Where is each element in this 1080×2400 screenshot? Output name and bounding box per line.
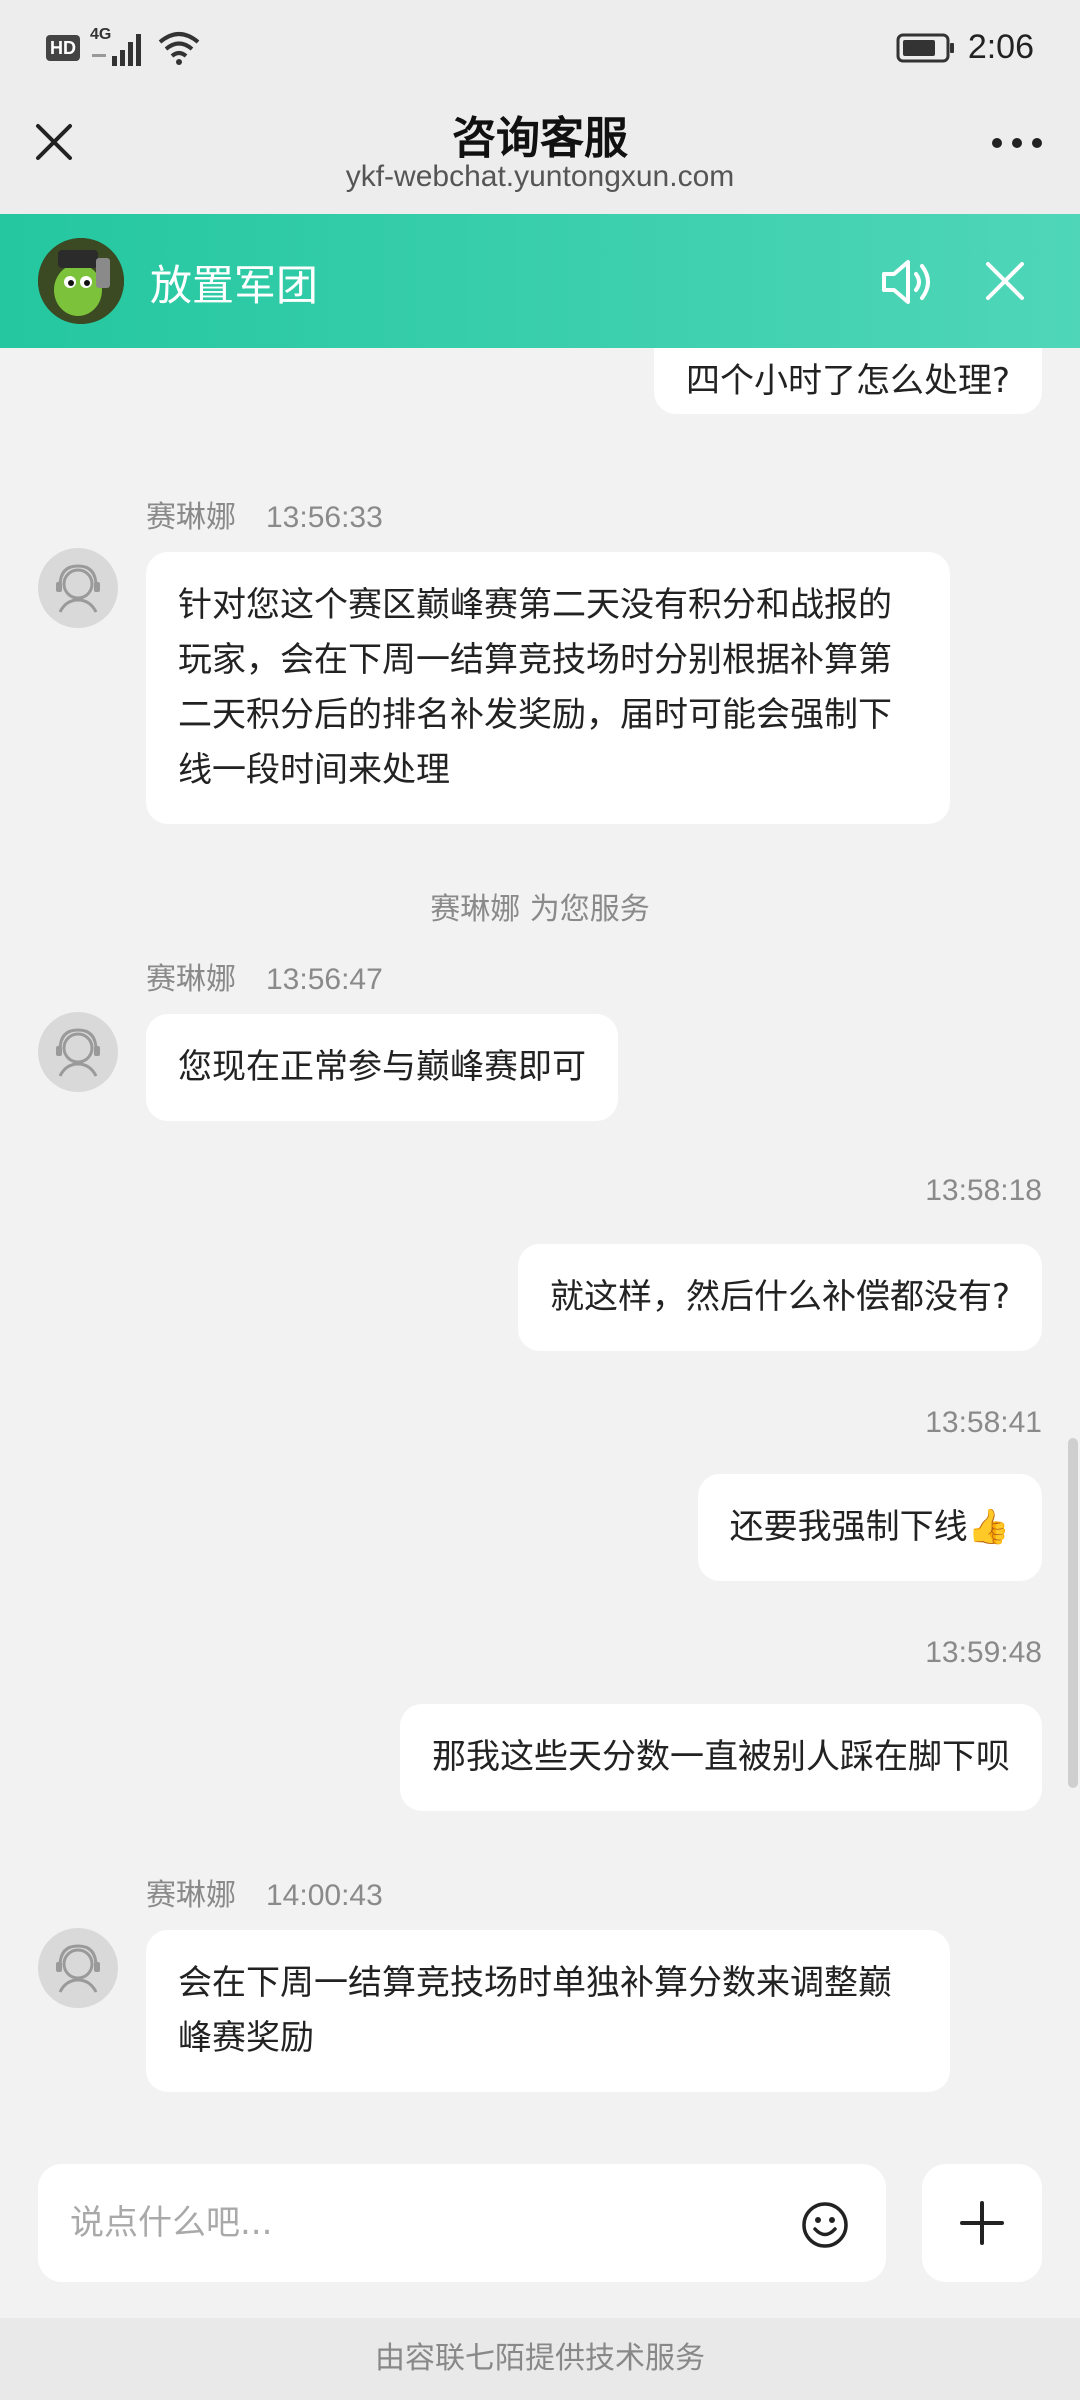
agent-headset-icon: [56, 1028, 100, 1077]
agent-headset-icon: [56, 564, 100, 613]
status-left: HD 4G: [46, 26, 200, 68]
emoji-icon: [802, 2202, 848, 2248]
message-bubble-outgoing: 四个小时了怎么处理?: [653, 348, 1042, 414]
powered-by-footer: 由容联七陌提供技术服务: [0, 2318, 1080, 2400]
signal-icon: 4G: [90, 26, 148, 68]
emoji-button[interactable]: [800, 2200, 850, 2250]
app-name: 放置军团: [150, 261, 319, 310]
message-text: 会在下周一结算竞技场时单独补算分数来调整巅峰赛奖励: [178, 1963, 892, 2058]
status-bar: HD 4G 2:06: [0, 0, 1080, 96]
agent-avatar: [38, 1012, 118, 1092]
title-bar: 咨询客服 ykf-webchat.yuntongxun.com: [0, 96, 1080, 214]
message-bubble-outgoing: 就这样，然后什么补偿都没有?: [517, 1244, 1042, 1351]
app-logo: [38, 238, 124, 324]
message-bubble-incoming: 您现在正常参与巅峰赛即可: [146, 1014, 618, 1121]
wifi-icon: [158, 32, 200, 65]
message-text: 针对您这个赛区巅峰赛第二天没有积分和战报的玩家，会在下周一结算竞技场时分别根据补…: [178, 585, 892, 790]
more-icon: [992, 138, 1042, 148]
page-title: 咨询客服: [452, 113, 628, 164]
sender-name: 赛琳娜: [146, 1878, 236, 1913]
chat-area[interactable]: 四个小时了怎么处理? 赛琳娜 13:56:33 针对您这个赛区巅峰赛第二天没有积分…: [0, 348, 1080, 2152]
more-options-button[interactable]: [984, 118, 1050, 168]
plus-icon: [960, 2201, 1004, 2245]
system-notice: 赛琳娜 为您服务: [430, 892, 650, 927]
hd-badge: HD: [46, 35, 80, 61]
message-bubble-incoming: 会在下周一结算竞技场时单独补算分数来调整巅峰赛奖励: [146, 1930, 950, 2092]
message-text: 您现在正常参与巅峰赛即可: [178, 1047, 586, 1087]
battery-icon: [896, 33, 954, 62]
message-time: 13:56:33: [266, 501, 383, 534]
message-time: 14:00:43: [266, 1879, 383, 1912]
close-icon: [986, 262, 1024, 300]
page-url: ykf-webchat.yuntongxun.com: [345, 160, 735, 193]
sender-name: 赛琳娜: [146, 500, 236, 535]
message-bubble-outgoing: 还要我强制下线👍: [697, 1474, 1042, 1581]
input-bar: [0, 2152, 1080, 2318]
sender-name: 赛琳娜: [146, 962, 236, 997]
close-chat-button[interactable]: [978, 254, 1032, 308]
message-meta: 赛琳娜 14:00:43: [146, 1870, 383, 1914]
message-text: 四个小时了怎么处理?: [685, 361, 1010, 401]
clock: 2:06: [967, 28, 1034, 66]
message-time: 13:58:18: [925, 1174, 1042, 1207]
chat-scrollbar[interactable]: [1068, 1438, 1078, 1788]
status-right: 2:06: [896, 28, 1034, 67]
message-bubble-outgoing: 那我这些天分数一直被别人踩在脚下呗: [400, 1704, 1042, 1811]
agent-avatar: [38, 548, 118, 628]
message-meta: 赛琳娜 13:56:47: [146, 954, 383, 998]
message-time: 13:56:47: [266, 963, 383, 996]
agent-headset-icon: [56, 1944, 100, 1993]
message-meta: 赛琳娜 13:56:33: [146, 492, 383, 536]
agent-avatar: [38, 1928, 118, 2008]
message-bubble-incoming: 针对您这个赛区巅峰赛第二天没有积分和战报的玩家，会在下周一结算竞技场时分别根据补…: [146, 552, 950, 824]
app-header: 放置军团: [0, 214, 1080, 348]
message-input[interactable]: [70, 2164, 790, 2282]
message-time: 13:58:41: [925, 1406, 1042, 1439]
message-input-box[interactable]: [38, 2164, 886, 2282]
more-actions-button[interactable]: [922, 2164, 1042, 2282]
message-text: 就这样，然后什么补偿都没有?: [549, 1277, 1010, 1317]
message-time: 13:59:48: [925, 1636, 1042, 1669]
message-text: 还要我强制下线👍: [729, 1507, 1010, 1547]
sound-toggle-button[interactable]: [878, 252, 938, 312]
message-text: 那我这些天分数一直被别人踩在脚下呗: [432, 1737, 1010, 1777]
speaker-icon: [882, 260, 930, 304]
